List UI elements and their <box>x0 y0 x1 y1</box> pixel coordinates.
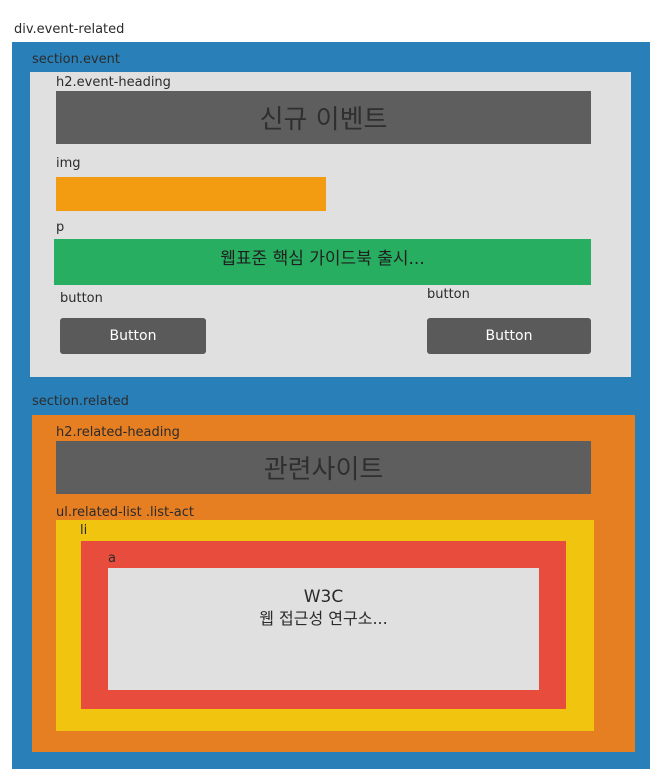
label-section-related: section.related <box>32 394 129 409</box>
related-site-title: W3C <box>303 587 344 607</box>
related-site-description: 웹 접근성 연구소... <box>259 609 388 628</box>
label-event-related: div.event-related <box>14 22 125 37</box>
label-section-event: section.event <box>32 52 120 67</box>
label-related-list: ul.related-list .list-act <box>56 505 195 520</box>
label-button-right: button <box>427 287 470 302</box>
related-site-link[interactable]: W3C 웹 접근성 연구소... <box>108 568 539 690</box>
related-heading: 관련사이트 <box>56 441 591 494</box>
event-image <box>56 177 326 211</box>
event-heading: 신규 이벤트 <box>56 91 591 144</box>
event-button-left[interactable]: Button <box>60 318 206 354</box>
label-event-heading: h2.event-heading <box>56 75 171 90</box>
label-img: img <box>56 156 81 171</box>
label-p: p <box>56 220 65 235</box>
label-button-left: button <box>60 291 103 306</box>
label-related-heading: h2.related-heading <box>56 425 180 440</box>
event-paragraph: 웹표준 핵심 가이드북 출시... <box>54 239 591 285</box>
label-a: a <box>108 551 116 566</box>
label-li: li <box>80 523 88 538</box>
event-button-right[interactable]: Button <box>427 318 591 354</box>
